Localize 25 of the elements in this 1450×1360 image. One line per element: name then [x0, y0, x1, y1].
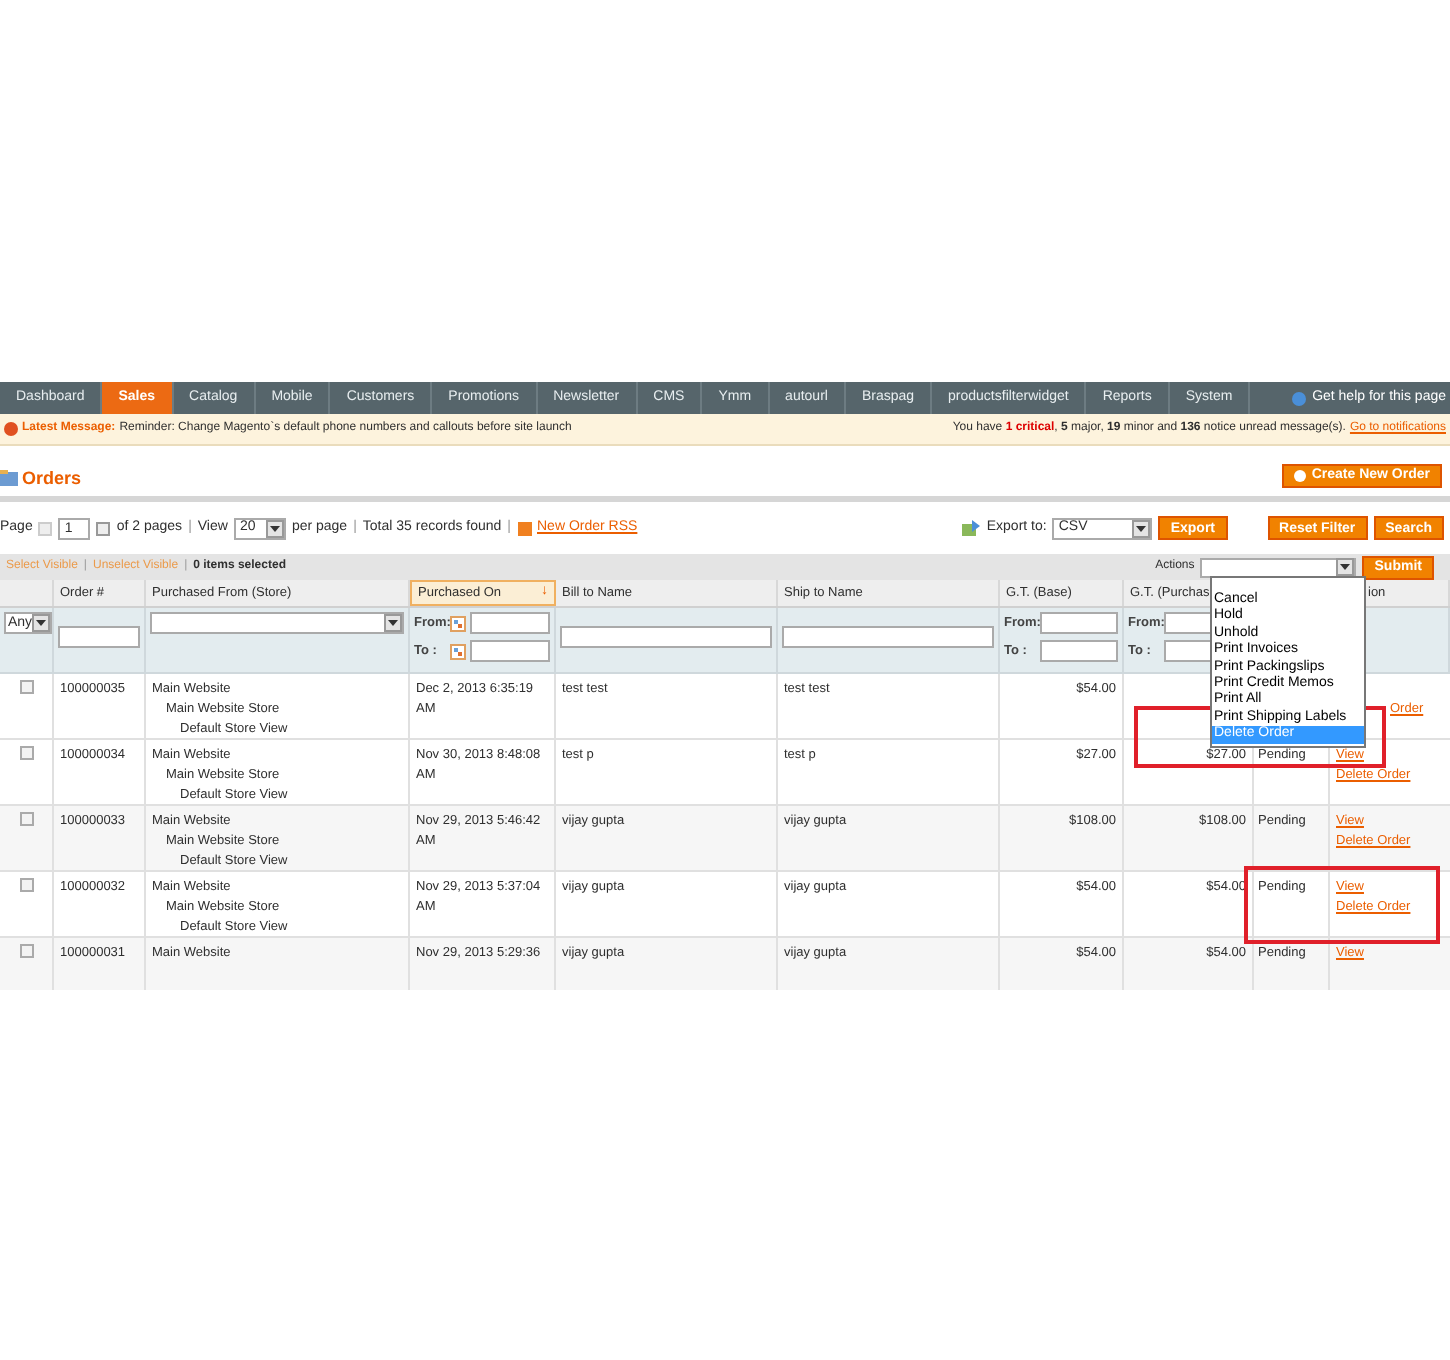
- row-checkbox[interactable]: [19, 746, 33, 760]
- export-icon: [962, 520, 981, 536]
- store-select[interactable]: [150, 612, 404, 634]
- help-icon: [1292, 391, 1307, 405]
- page-title: Orders: [22, 465, 82, 491]
- folder-icon: [0, 470, 18, 487]
- caret-icon: [32, 614, 50, 632]
- alert-icon: [4, 422, 18, 436]
- row-checkbox[interactable]: [19, 878, 33, 892]
- calendar-icon[interactable]: [450, 615, 466, 631]
- caret-icon: [384, 614, 402, 632]
- row-checkbox[interactable]: [19, 812, 33, 826]
- row-checkbox[interactable]: [19, 680, 33, 694]
- filter-input[interactable]: [1040, 640, 1118, 662]
- actions-select[interactable]: [1200, 557, 1357, 577]
- filter-input[interactable]: [782, 625, 994, 647]
- filter-input[interactable]: [560, 625, 772, 647]
- calendar-icon[interactable]: [450, 643, 466, 659]
- filter-input[interactable]: [470, 640, 550, 662]
- row-checkbox[interactable]: [19, 944, 33, 958]
- caret-icon: [1132, 519, 1151, 537]
- filter-input[interactable]: [58, 625, 140, 647]
- filter-input[interactable]: [470, 612, 550, 634]
- caret-icon: [265, 519, 284, 537]
- filter-input[interactable]: [1040, 612, 1118, 634]
